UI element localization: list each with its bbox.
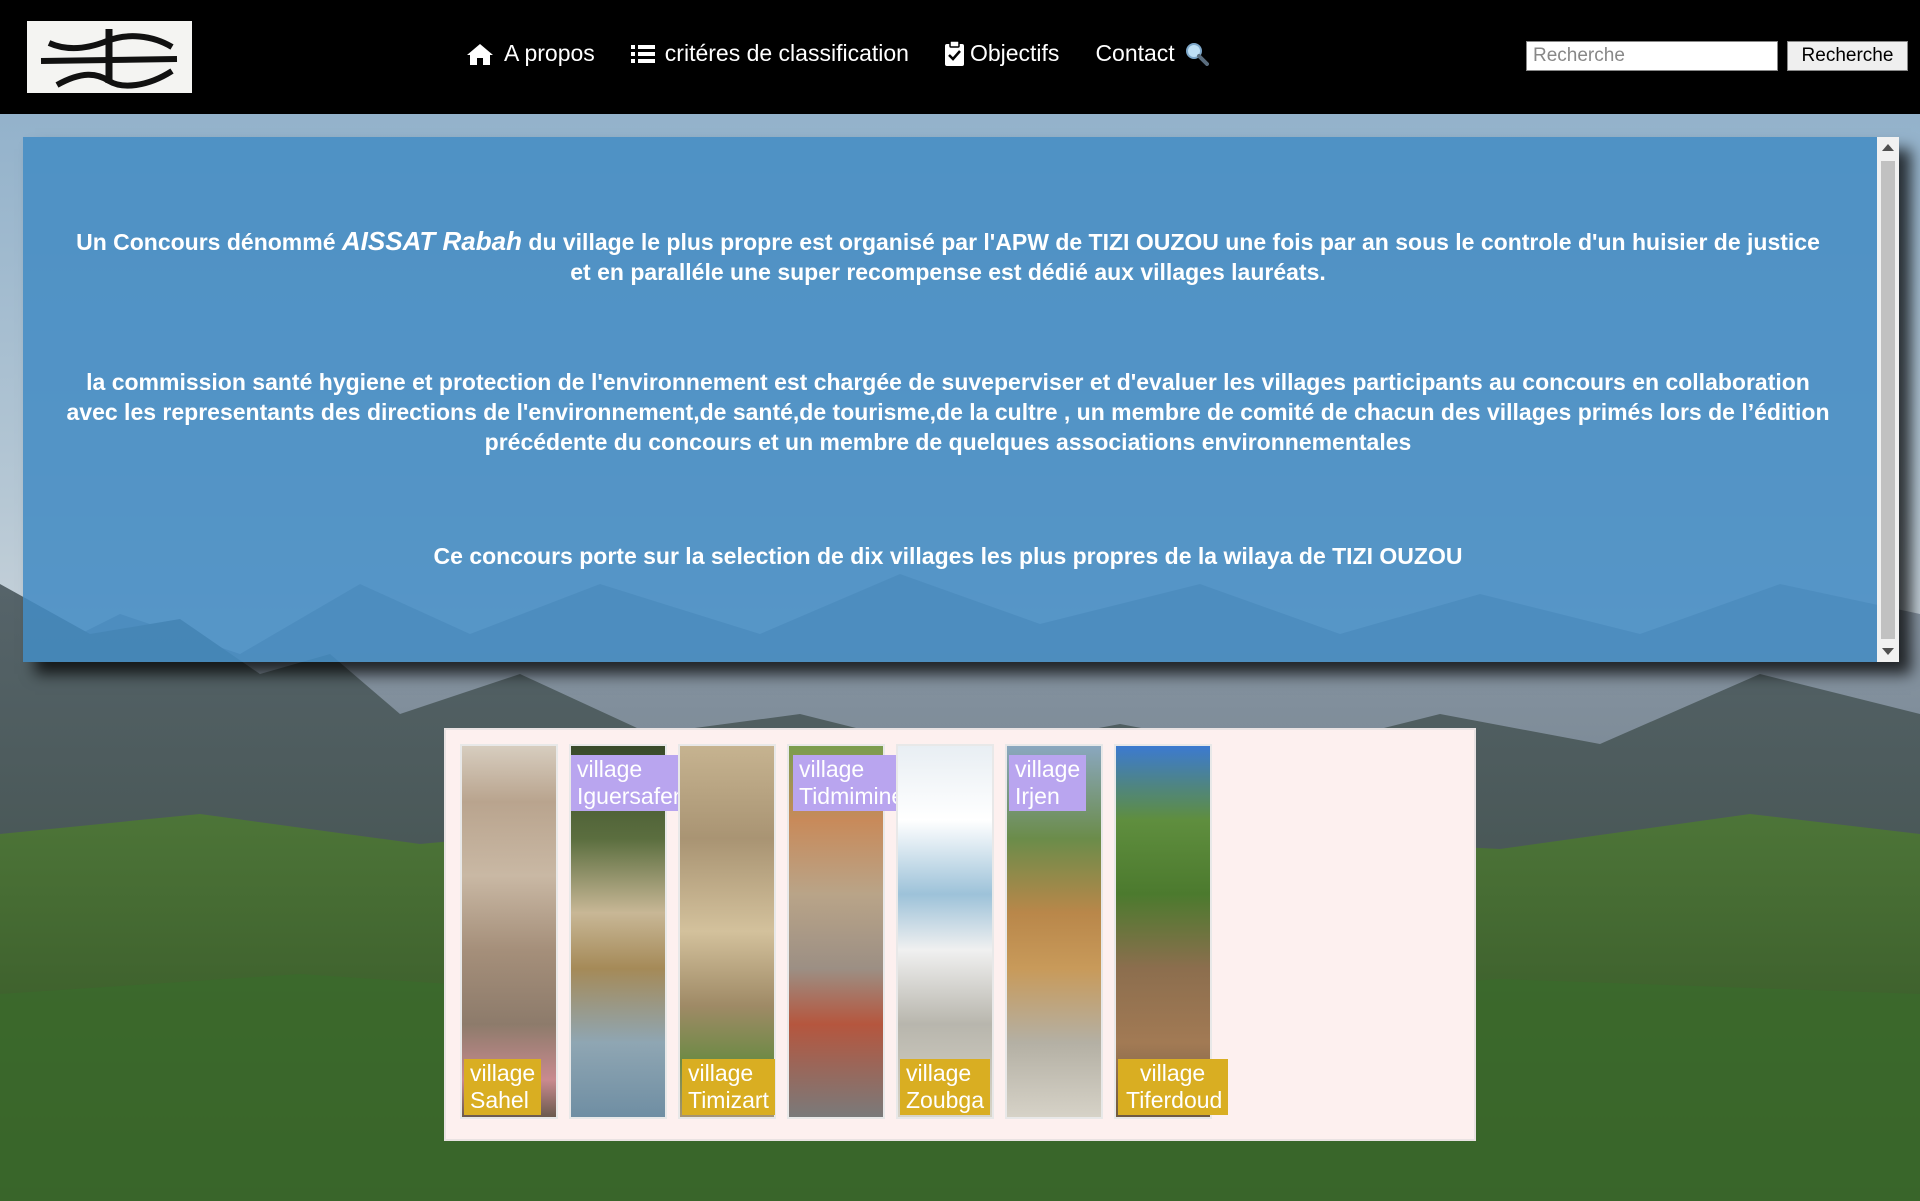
village-label-line: village <box>799 756 865 782</box>
scroll-down-arrow-icon[interactable] <box>1882 648 1894 655</box>
nav-menu: A propos critéres de classification Obje… <box>466 40 1245 67</box>
village-card-zoubga[interactable]: village Zoubga <box>896 744 994 1119</box>
info-text-part: Un Concours dénommé <box>76 229 342 255</box>
nav-item-criteres[interactable]: critéres de classification <box>630 40 909 67</box>
village-label: village Tidmimine <box>793 755 911 811</box>
village-label-line: village <box>1015 756 1081 782</box>
nav-label: Contact <box>1095 40 1175 66</box>
nav-label: Objectifs <box>969 40 1060 66</box>
nav-item-objectifs[interactable]: Objectifs <box>944 40 1060 67</box>
village-name: Tiferdoud <box>1126 1087 1223 1113</box>
scrollbar[interactable] <box>1877 137 1899 662</box>
scroll-thumb[interactable] <box>1881 161 1895 639</box>
village-name: Sahel <box>470 1087 529 1113</box>
top-navbar: A propos critéres de classification Obje… <box>0 0 1920 114</box>
village-card-timizart[interactable]: village Timizart <box>678 744 776 1119</box>
village-name: Irjen <box>1015 783 1060 809</box>
village-name: Timizart <box>688 1087 769 1113</box>
clipboard-check-icon <box>944 41 964 66</box>
site-logo[interactable] <box>27 21 192 93</box>
village-name: Tidmimine <box>799 783 905 809</box>
village-label-line: village <box>1140 1060 1206 1086</box>
info-panel[interactable]: Un Concours dénommé AISSAT Rabah du vill… <box>23 137 1899 662</box>
search-input[interactable] <box>1526 41 1778 71</box>
scroll-up-arrow-icon[interactable] <box>1882 144 1894 151</box>
search-button[interactable]: Recherche <box>1787 41 1908 71</box>
info-paragraph-1: Un Concours dénommé AISSAT Rabah du vill… <box>63 226 1833 287</box>
village-label: village Tiferdoud <box>1118 1059 1229 1115</box>
village-label: village Timizart <box>682 1059 775 1115</box>
nav-item-contact[interactable]: Contact <box>1095 40 1209 67</box>
village-label-line: village <box>470 1060 536 1086</box>
village-card-tiferdoud[interactable]: village Tiferdoud <box>1114 744 1229 1119</box>
info-paragraph-2: la commission santé hygiene et protectio… <box>66 369 1830 455</box>
magnifier-icon <box>1185 42 1209 66</box>
nav-item-a-propos[interactable]: A propos <box>466 40 595 67</box>
contest-name: AISSAT Rabah <box>341 226 522 256</box>
village-label: village Zoubga <box>900 1059 991 1115</box>
village-label-line: village <box>906 1060 972 1086</box>
village-card-iguersafene[interactable]: village Iguersafene <box>569 744 705 1119</box>
village-card-irjen[interactable]: village Irjen <box>1005 744 1103 1119</box>
yaz-symbol-logo <box>40 29 178 89</box>
list-icon <box>630 43 655 65</box>
village-label-line: village <box>688 1060 754 1086</box>
nav-label: A propos <box>504 40 595 66</box>
village-label: village Irjen <box>1009 755 1087 811</box>
home-icon <box>466 42 494 66</box>
village-label: village Sahel <box>464 1059 542 1115</box>
info-text-part: du village le plus propre est organisé p… <box>522 229 1820 285</box>
info-paragraph-3: Ce concours porte sur la selection de di… <box>433 543 1463 569</box>
village-card-sahel[interactable]: village Sahel <box>460 744 558 1119</box>
nav-label: critéres de classification <box>664 40 909 66</box>
village-card-tidmimine[interactable]: village Tidmimine <box>787 744 911 1119</box>
village-gallery: village Sahel village Iguersafene villag… <box>444 728 1476 1141</box>
village-name: Zoubga <box>906 1087 985 1113</box>
